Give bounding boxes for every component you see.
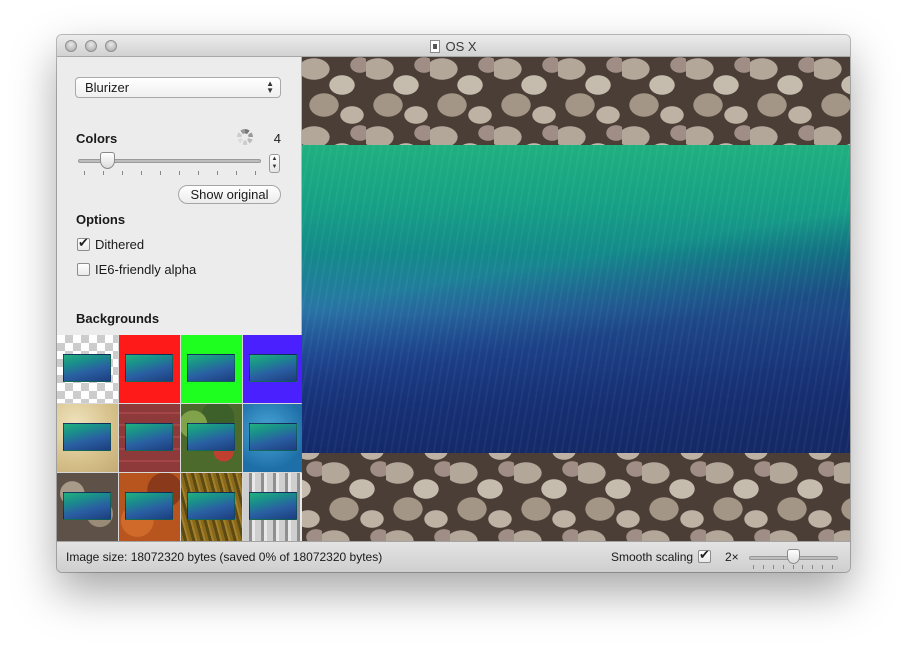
background-tile-red[interactable] <box>119 335 180 403</box>
background-tile-grass[interactable] <box>181 473 242 541</box>
background-tile-brick[interactable] <box>119 404 180 472</box>
backgrounds-label: Backgrounds <box>76 311 160 326</box>
image-thumbnail <box>249 492 297 520</box>
title-bar[interactable]: OS X <box>57 35 850 57</box>
app-window: OS X Blurizer ▲ ▼ Colors 4 ▲ ▼ Show origin… <box>57 35 850 572</box>
background-tile-water[interactable] <box>243 404 304 472</box>
colors-count-value: 4 <box>273 131 281 146</box>
document-icon[interactable] <box>430 39 441 53</box>
image-thumbnail <box>125 423 173 451</box>
colors-label: Colors <box>76 131 118 146</box>
zoom-slider-knob[interactable] <box>787 549 800 564</box>
stone-background-bottom <box>302 453 850 541</box>
algorithm-selected-label: Blurizer <box>85 80 130 95</box>
status-bar: Image size: 18072320 bytes (saved 0% of … <box>57 541 850 572</box>
window-title: OS X <box>445 38 477 54</box>
zoom-slider-ticks <box>753 565 833 570</box>
background-tile-checkerboard[interactable] <box>57 335 118 403</box>
background-tile-blue[interactable] <box>243 335 304 403</box>
algorithm-popup[interactable]: Blurizer ▲ ▼ <box>75 77 281 98</box>
image-thumbnail <box>125 354 173 382</box>
show-original-button[interactable]: Show original <box>178 185 281 204</box>
settings-sidebar: Blurizer ▲ ▼ Colors 4 ▲ ▼ Show original Op… <box>57 57 304 541</box>
image-thumbnail <box>187 492 235 520</box>
zoom-level-label: 2× <box>725 550 739 564</box>
dithered-checkbox[interactable] <box>77 238 90 251</box>
image-thumbnail <box>249 423 297 451</box>
colors-slider-knob[interactable] <box>99 152 115 169</box>
image-thumbnail <box>63 423 111 451</box>
ie6-alpha-option[interactable]: IE6-friendly alpha <box>77 262 196 277</box>
background-tile-rust[interactable] <box>119 473 180 541</box>
image-thumbnail <box>63 492 111 520</box>
background-tile-spikes[interactable] <box>243 473 304 541</box>
busy-spinner-icon <box>237 129 253 145</box>
smooth-scaling-label: Smooth scaling <box>611 550 694 564</box>
popup-arrows-icon: ▲ ▼ <box>266 79 274 95</box>
image-thumbnail <box>63 354 111 382</box>
image-size-text: Image size: 18072320 bytes (saved 0% of … <box>66 550 383 564</box>
image-thumbnail <box>187 423 235 451</box>
dithered-label: Dithered <box>95 237 145 252</box>
dithered-option[interactable]: Dithered <box>77 237 144 252</box>
colors-slider-ticks <box>84 171 256 176</box>
background-tile-rocks[interactable] <box>57 473 118 541</box>
backgrounds-grid <box>57 335 304 541</box>
background-tile-leaves[interactable] <box>181 404 242 472</box>
ie6-alpha-label: IE6-friendly alpha <box>95 262 197 277</box>
stone-background-top <box>302 57 850 145</box>
options-label: Options <box>76 212 126 227</box>
smooth-scaling-checkbox[interactable] <box>698 550 711 563</box>
background-tile-green[interactable] <box>181 335 242 403</box>
background-tile-sand[interactable] <box>57 404 118 472</box>
image-thumbnail <box>249 354 297 382</box>
wave-texture <box>302 145 850 453</box>
image-preview-canvas[interactable] <box>302 57 850 541</box>
image-thumbnail <box>125 492 173 520</box>
colors-stepper[interactable]: ▲ ▼ <box>269 154 280 173</box>
image-thumbnail <box>187 354 235 382</box>
ie6-alpha-checkbox[interactable] <box>77 263 90 276</box>
